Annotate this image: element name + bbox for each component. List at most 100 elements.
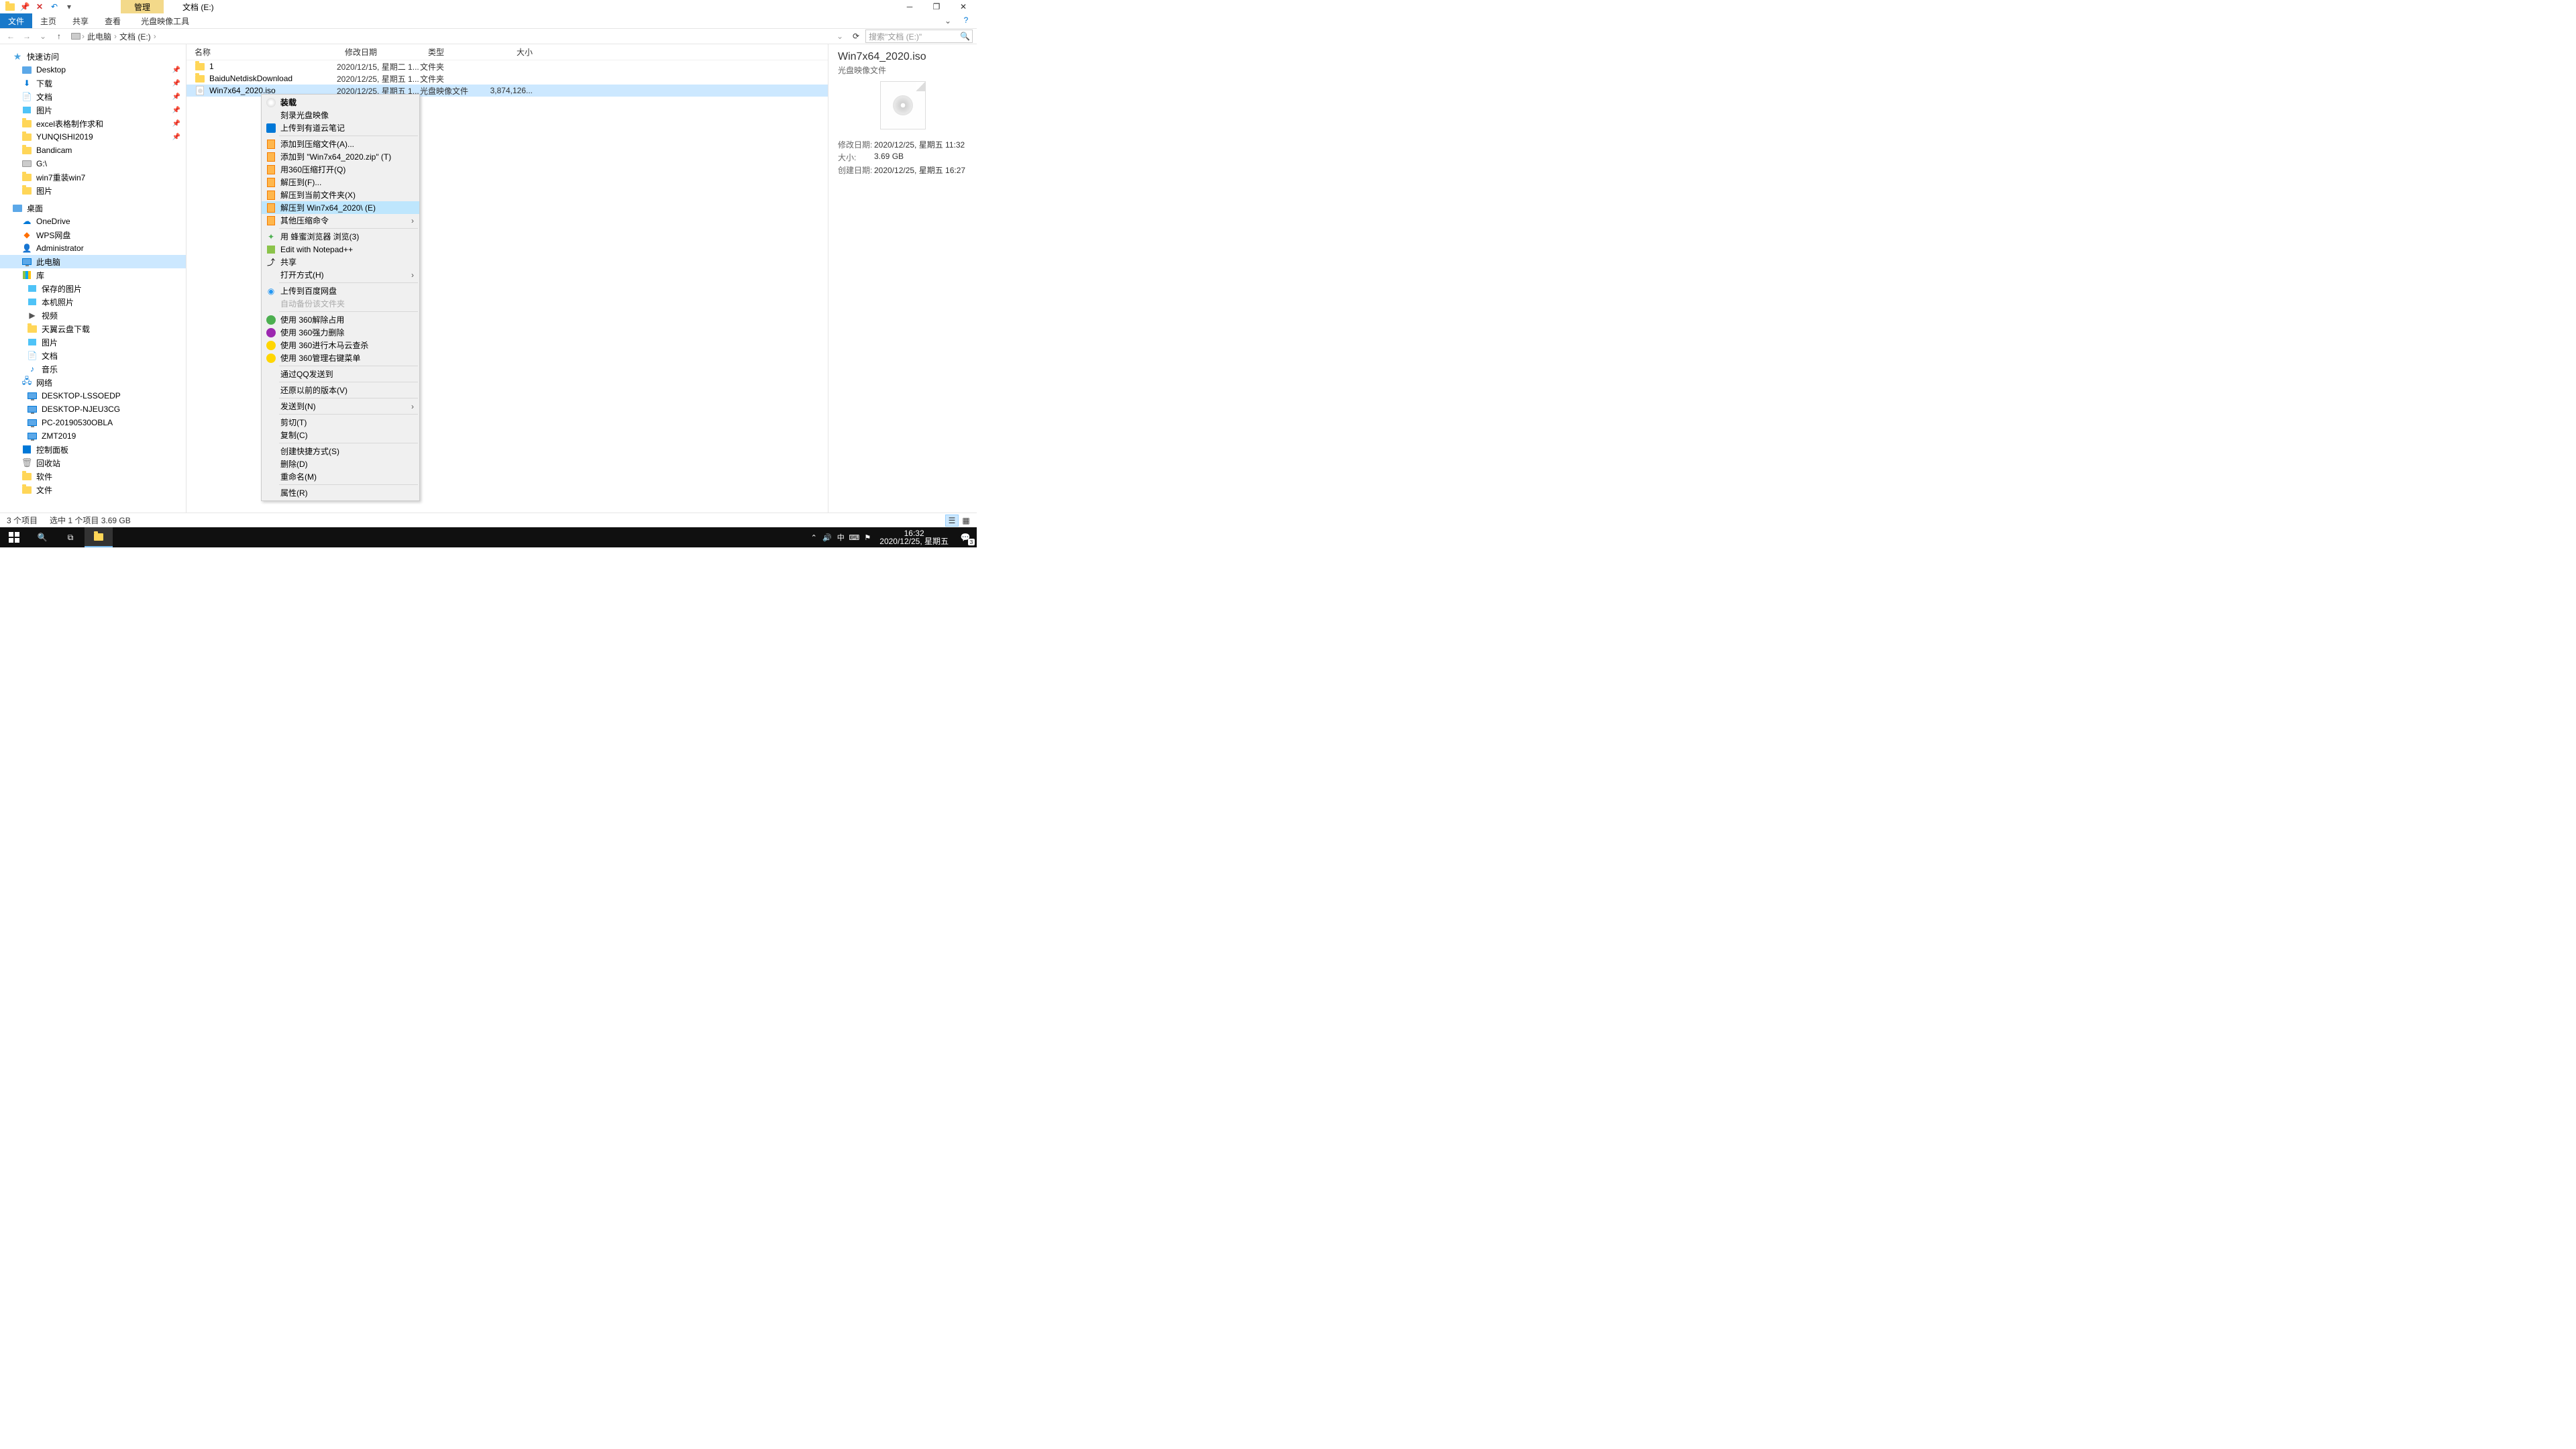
search-icon[interactable]: 🔍 [960,32,970,41]
start-button[interactable] [0,527,28,547]
nav-downloads[interactable]: ⬇下载📌 [0,76,186,90]
nav-saved-pics[interactable]: 保存的图片 [0,282,186,295]
col-name[interactable]: 名称 [186,46,337,58]
nav-pics3[interactable]: 图片 [0,335,186,349]
ctx-extract-here[interactable]: 解压到当前文件夹(X) [262,189,419,201]
up-button[interactable]: ↑ [52,30,66,43]
ctx-send-to[interactable]: 发送到(N)› [262,400,419,413]
nav-local-pics[interactable]: 本机照片 [0,295,186,309]
nav-pc4[interactable]: ZMT2019 [0,429,186,443]
nav-tianyi[interactable]: 天翼云盘下载 [0,322,186,335]
ribbon-expand-icon[interactable]: ⌄ [936,13,959,28]
tab-home[interactable]: 主页 [32,13,64,28]
minimize-button[interactable]: ─ [896,0,923,13]
nav-desktop-root[interactable]: 桌面 [0,201,186,215]
maximize-button[interactable]: ❐ [923,0,950,13]
file-row[interactable]: BaiduNetdiskDownload 2020/12/25, 星期五 1..… [186,72,828,85]
nav-pictures2[interactable]: 图片 [0,184,186,197]
taskbar-explorer[interactable] [85,527,113,547]
close-button[interactable]: ✕ [950,0,977,13]
crumb-drive-e[interactable]: 文档 (E:) [118,31,152,42]
nav-videos[interactable]: ▶视频 [0,309,186,322]
ctx-open-with[interactable]: 打开方式(H)› [262,268,419,281]
ctx-add-zip[interactable]: 添加到 "Win7x64_2020.zip" (T) [262,150,419,163]
ctx-360-delete[interactable]: 使用 360强力删除 [262,326,419,339]
nav-recycle[interactable]: 🗑回收站 [0,456,186,470]
ctx-open-360[interactable]: 用360压缩打开(Q) [262,163,419,176]
search-input[interactable]: 搜索"文档 (E:)" 🔍 [865,30,973,43]
nav-excel[interactable]: excel表格制作求和📌 [0,117,186,130]
col-size[interactable]: 大小 [487,46,541,58]
nav-admin[interactable]: 👤Administrator [0,241,186,255]
ctx-other-compress[interactable]: 其他压缩命令› [262,214,419,227]
nav-documents[interactable]: 📄文档📌 [0,90,186,103]
help-icon[interactable]: ? [959,13,973,27]
tab-disc-tools[interactable]: 光盘映像工具 [133,13,197,28]
ctx-extract-to[interactable]: 解压到(F)... [262,176,419,189]
tab-share[interactable]: 共享 [64,13,97,28]
ctx-360-unlock[interactable]: 使用 360解除占用 [262,313,419,326]
nav-library[interactable]: 库 [0,268,186,282]
nav-control[interactable]: 控制面板 [0,443,186,456]
ctx-rename[interactable]: 重命名(M) [262,470,419,483]
nav-network[interactable]: 🖧网络 [0,376,186,389]
view-thumbnails-button[interactable]: ▦ [959,515,973,527]
tray-ime-icon[interactable]: 中 [834,527,847,547]
ctx-burn[interactable]: 刻录光盘映像 [262,109,419,121]
ctx-youdao[interactable]: 上传到有道云笔记 [262,121,419,134]
tray-overflow-icon[interactable]: ⌃ [807,527,820,547]
nav-docs2[interactable]: 📄文档 [0,349,186,362]
nav-quick-access[interactable]: ★快速访问 [0,50,186,63]
nav-pc2[interactable]: DESKTOP-NJEU3CG [0,402,186,416]
ctx-restore[interactable]: 还原以前的版本(V) [262,384,419,396]
nav-pc3[interactable]: PC-20190530OBLA [0,416,186,429]
qat-pin-icon[interactable]: 📌 [19,1,31,13]
nav-pc1[interactable]: DESKTOP-LSSOEDP [0,389,186,402]
ctx-add-archive[interactable]: 添加到压缩文件(A)... [262,138,419,150]
search-button[interactable]: 🔍 [28,527,56,547]
qat-dropdown-icon[interactable]: ▾ [63,1,75,13]
chevron-right-icon[interactable]: › [114,32,117,41]
ctx-delete[interactable]: 删除(D) [262,458,419,470]
chevron-right-icon[interactable]: › [154,32,156,41]
nav-win7[interactable]: win7重装win7 [0,170,186,184]
forward-button[interactable]: → [20,30,34,43]
address-dropdown-icon[interactable]: ⌄ [833,30,847,43]
nav-pictures[interactable]: 图片📌 [0,103,186,117]
file-row[interactable]: 1 2020/12/15, 星期二 1... 文件夹 [186,60,828,72]
col-date[interactable]: 修改日期 [337,46,420,58]
chevron-right-icon[interactable]: › [82,32,85,41]
tray-volume-icon[interactable]: 🔊 [820,527,834,547]
nav-bandicam[interactable]: Bandicam [0,144,186,157]
nav-software[interactable]: 软件 [0,470,186,483]
tab-file[interactable]: 文件 [0,13,32,28]
qat-delete-icon[interactable]: ✕ [34,1,46,13]
col-type[interactable]: 类型 [420,46,487,58]
ctx-share[interactable]: ⤴共享 [262,256,419,268]
ctx-360-scan[interactable]: 使用 360进行木马云查杀 [262,339,419,352]
refresh-button[interactable]: ⟳ [849,30,863,43]
nav-g-drive[interactable]: G:\ [0,157,186,170]
qat-undo-icon[interactable]: ↶ [48,1,60,13]
ctx-extract-named[interactable]: 解压到 Win7x64_2020\ (E) [262,201,419,214]
tray-flag-icon[interactable]: ⚑ [861,527,874,547]
nav-wps[interactable]: ◆WPS网盘 [0,228,186,241]
ctx-properties[interactable]: 属性(R) [262,486,419,499]
ctx-mount[interactable]: 装载 [262,96,419,109]
tray-keyboard-icon[interactable]: ⌨ [847,527,861,547]
task-view-button[interactable]: ⧉ [56,527,85,547]
ctx-baidu[interactable]: ◉上传到百度网盘 [262,284,419,297]
nav-yunqishi[interactable]: YUNQISHI2019📌 [0,130,186,144]
ctx-360-menu[interactable]: 使用 360管理右键菜单 [262,352,419,364]
breadcrumb[interactable]: › 此电脑 › 文档 (E:) › [68,31,830,42]
nav-onedrive[interactable]: ☁OneDrive [0,215,186,228]
recent-dropdown-icon[interactable]: ⌄ [36,30,50,43]
crumb-thispc[interactable]: 此电脑 [86,31,113,42]
view-details-button[interactable]: ☰ [945,515,959,527]
ctx-bee[interactable]: ✦用 蜂蜜浏览器 浏览(3) [262,230,419,243]
notifications-button[interactable]: 💬3 [954,527,977,547]
ctx-shortcut[interactable]: 创建快捷方式(S) [262,445,419,458]
ctx-cut[interactable]: 剪切(T) [262,416,419,429]
nav-music[interactable]: ♪音乐 [0,362,186,376]
ctx-qq[interactable]: 通过QQ发送到 [262,368,419,380]
